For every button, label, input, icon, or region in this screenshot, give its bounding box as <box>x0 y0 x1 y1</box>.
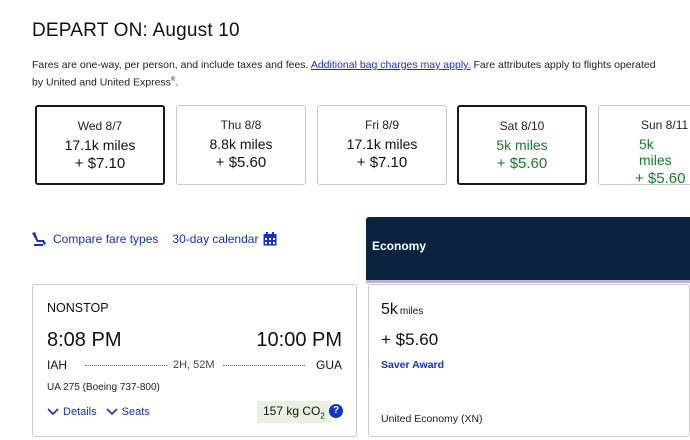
route-line-right <box>223 365 305 366</box>
co2-badge: 157 kg CO2 <box>257 401 331 423</box>
flight-card: NONSTOP 8:08 PM 10:00 PM IAH 2H, 52M GUA… <box>32 284 357 437</box>
notice-text: Fares are one-way, per person, and inclu… <box>32 59 311 71</box>
depart-time: 8:08 PM <box>47 329 122 351</box>
date-label: Wed 8/7 <box>77 119 123 133</box>
date-card-fri[interactable]: Fri 8/9 17.1k miles + $7.10 <box>317 105 447 185</box>
flight-links: Details Seats <box>47 406 159 418</box>
cabin-class: United Economy (XN) <box>381 413 483 425</box>
economy-column-header: Economy <box>366 217 690 283</box>
seats-label: Seats <box>121 406 150 418</box>
fare-price: + $5.60 <box>381 330 439 349</box>
award-type: Saver Award <box>381 359 445 371</box>
date-price: + $5.60 <box>496 155 548 172</box>
fare-miles-value: 5k <box>381 301 398 318</box>
flight-duration: 2H, 52M <box>173 359 215 371</box>
info-icon[interactable]: ? <box>329 404 343 418</box>
date-card-sun[interactable]: Sun 8/11 5k miles + $5.60 <box>598 105 690 187</box>
date-price: + $7.10 <box>356 154 408 171</box>
date-card-sat[interactable]: Sat 8/10 5k miles + $5.60 <box>457 105 587 185</box>
date-label: Fri 8/9 <box>364 118 399 132</box>
date-miles: 8.8k miles <box>209 136 273 152</box>
chevron-down-icon <box>47 408 59 416</box>
chevron-down-icon <box>106 408 118 416</box>
date-label: Sun 8/11 <box>641 118 689 132</box>
arrive-time: 10:00 PM <box>256 329 342 351</box>
date-price: + $5.60 <box>215 154 267 171</box>
calendar-label: 30-day calendar <box>172 232 259 246</box>
calendar-link[interactable]: 30-day calendar <box>172 232 277 246</box>
date-miles: 5k miles <box>639 136 672 168</box>
seat-icon <box>32 232 46 246</box>
date-miles: 17.1k miles <box>64 137 136 153</box>
stops-label: NONSTOP <box>47 301 109 315</box>
notice-end: . <box>175 76 179 89</box>
fare-tools: Compare fare types 30-day calendar <box>30 231 277 247</box>
date-label: Sat 8/10 <box>499 119 545 133</box>
origin-code: IAH <box>47 358 68 372</box>
seats-toggle[interactable]: Seats <box>106 406 150 418</box>
bag-charges-link[interactable]: Additional bag charges may apply. <box>311 59 471 71</box>
date-price: + $5.60 <box>635 170 686 187</box>
fare-miles-unit: miles <box>399 306 424 317</box>
calendar-icon <box>263 232 277 246</box>
page-title: DEPART ON: August 10 <box>32 20 240 41</box>
flight-info: UA 275 (Boeing 737-800) <box>47 382 160 393</box>
date-card-thu[interactable]: Thu 8/8 8.8k miles + $5.60 <box>176 105 306 185</box>
co2-subscript: 2 <box>320 411 325 421</box>
date-label: Thu 8/8 <box>220 118 262 132</box>
details-label: Details <box>63 406 97 418</box>
date-miles: 17.1k miles <box>346 136 418 152</box>
fare-notice: Fares are one-way, per person, and inclu… <box>32 58 662 91</box>
route-line-left <box>85 365 167 366</box>
date-miles: 5k miles <box>496 137 548 153</box>
date-price: + $7.10 <box>74 155 126 172</box>
economy-fare-card[interactable]: 5k miles + $5.60 Saver Award United Econo… <box>368 284 690 437</box>
details-toggle[interactable]: Details <box>47 406 97 418</box>
compare-fare-types-link[interactable]: Compare fare types <box>30 231 158 247</box>
date-card-wed[interactable]: Wed 8/7 17.1k miles + $7.10 <box>35 105 165 185</box>
co2-value: 157 kg CO <box>263 404 321 418</box>
fare-miles: 5k miles <box>381 301 423 319</box>
economy-label: Economy <box>372 239 427 253</box>
compare-fare-types-label: Compare fare types <box>53 232 159 246</box>
destination-code: GUA <box>315 358 342 372</box>
